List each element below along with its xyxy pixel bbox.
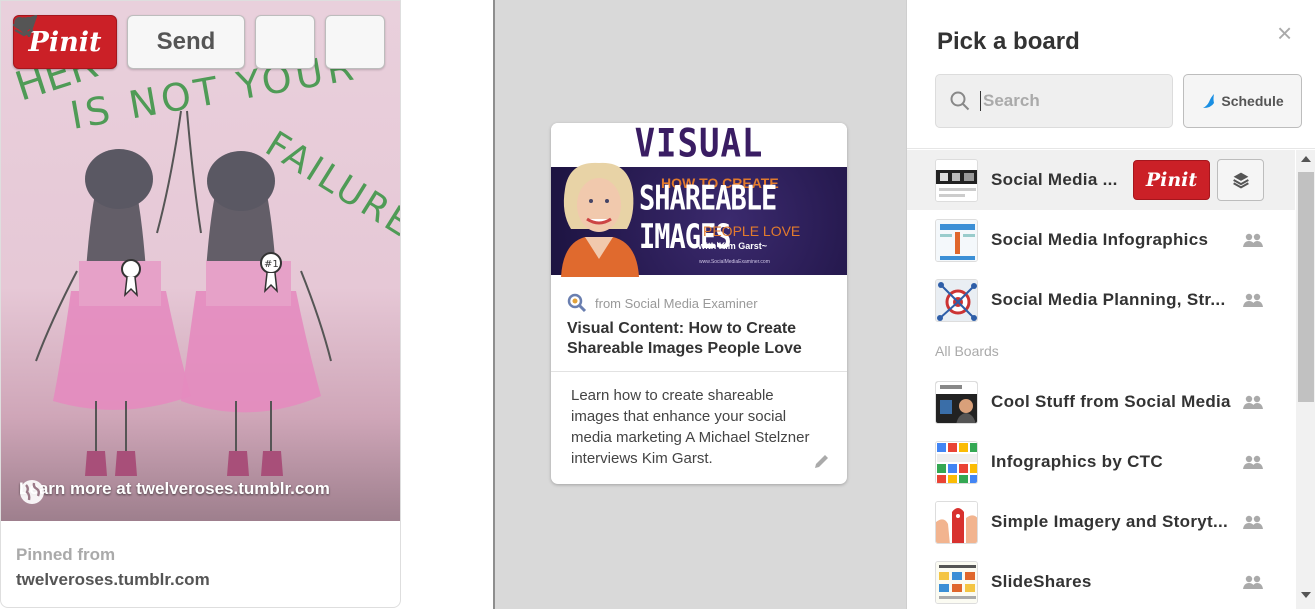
collaborators-icon — [1243, 455, 1263, 469]
board-row[interactable]: Infographics by CTC — [907, 432, 1295, 492]
board-thumbnail — [935, 158, 978, 202]
preview-image-people-love: PEOPLE LOVE — [703, 223, 801, 239]
add-to-section-button[interactable] — [14, 15, 315, 69]
girl-left-figure — [35, 110, 191, 476]
pin-card[interactable]: HER IS NOT YOUR FAILURE #1 Pinit Send Le… — [0, 0, 401, 608]
pin-toolbar: Pinit Send — [13, 15, 385, 69]
board-row[interactable]: Social Media Infographics — [907, 210, 1295, 270]
learn-more-link[interactable]: Learn more at twelveroses.tumblr.com — [19, 479, 330, 504]
preview-divider — [551, 371, 847, 372]
pinned-from-label: Pinned from — [16, 545, 116, 564]
svg-text:#1: #1 — [264, 259, 279, 270]
board-search-input[interactable] — [980, 91, 1150, 111]
send-button[interactable]: Send — [13, 15, 245, 69]
image-text-failure: FAILURE — [258, 124, 401, 247]
learn-more-text: Learn more at twelveroses.tumblr.com — [19, 479, 330, 498]
tailwind-icon — [1203, 94, 1215, 108]
board-thumbnail — [935, 500, 978, 544]
like-button[interactable] — [14, 15, 385, 69]
board-thumbnail — [935, 218, 978, 262]
board-row[interactable]: Cool Stuff from Social Media — [907, 372, 1295, 432]
preview-source[interactable]: from Social Media Examiner — [567, 293, 758, 313]
board-name: SlideShares — [991, 572, 1092, 591]
board-name: Cool Stuff from Social Media — [991, 392, 1231, 411]
board-list-scrollbar[interactable] — [1296, 150, 1315, 609]
globe-icon — [20, 480, 44, 504]
send-label: Send — [156, 28, 216, 55]
board-section-button[interactable] — [1217, 159, 1264, 201]
collaborators-icon — [1243, 515, 1263, 529]
board-name: Simple Imagery and Storyt... — [991, 512, 1229, 531]
board-name: Infographics by CTC — [991, 452, 1163, 471]
magnifier-logo-icon — [567, 293, 587, 313]
search-icon — [950, 91, 970, 111]
presenter-portrait — [561, 162, 639, 277]
board-list: Social Media ... Pinit Social Media Info… — [907, 150, 1295, 609]
board-name: Social Media ... — [991, 170, 1118, 189]
board-row[interactable]: Social Media Planning, Str... — [907, 270, 1295, 330]
board-pinit-button[interactable]: Pinit — [1133, 160, 1210, 200]
pin-preview-card: VISUAL CONTENT: HOW TO CREATE SHAREABLE … — [551, 123, 847, 484]
board-picker-panel: Pick a board × Schedule — [906, 0, 1315, 609]
scroll-down-arrow-icon[interactable] — [1301, 592, 1311, 598]
scrollbar-thumb[interactable] — [1298, 172, 1314, 402]
board-row[interactable]: Simple Imagery and Storyt... — [907, 492, 1295, 552]
board-name: Social Media Planning, Str... — [991, 290, 1226, 309]
board-search-box[interactable] — [935, 74, 1173, 128]
preview-description[interactable]: Learn how to create shareable images tha… — [571, 385, 821, 469]
all-boards-label: All Boards — [935, 343, 999, 359]
collaborators-icon — [1243, 293, 1263, 307]
schedule-button[interactable]: Schedule — [1183, 74, 1302, 128]
preview-image: VISUAL CONTENT: HOW TO CREATE SHAREABLE … — [551, 123, 847, 277]
heart-icon — [14, 16, 34, 34]
pin-image[interactable]: HER IS NOT YOUR FAILURE #1 Pinit Send Le… — [1, 1, 401, 521]
pinterest-screen: HER IS NOT YOUR FAILURE #1 Pinit Send Le… — [0, 0, 1315, 609]
board-row[interactable]: Social Media ... Pinit — [907, 150, 1295, 210]
pinned-from: Pinned from twelveroses.tumblr.com — [16, 542, 210, 592]
schedule-label: Schedule — [1221, 93, 1284, 109]
layers-icon — [1232, 172, 1249, 189]
preview-title: Visual Content: How to Create Shareable … — [567, 320, 802, 357]
collaborators-icon — [1243, 575, 1263, 589]
preview-source-text: from Social Media Examiner — [595, 295, 758, 311]
panel-separator — [907, 148, 1315, 149]
board-thumbnail — [935, 278, 978, 322]
scroll-up-arrow-icon[interactable] — [1301, 156, 1311, 162]
collaborators-icon — [1243, 395, 1263, 409]
pencil-icon[interactable] — [813, 452, 831, 470]
collaborators-icon — [1243, 233, 1263, 247]
close-icon[interactable]: × — [1277, 20, 1292, 46]
pin-illustration: HER IS NOT YOUR FAILURE #1 — [10, 41, 401, 476]
board-thumbnail — [935, 440, 978, 484]
preview-image-with: ~with Kim Garst~ — [693, 241, 768, 251]
pinned-from-domain[interactable]: twelveroses.tumblr.com — [16, 567, 210, 592]
board-thumbnail — [935, 380, 978, 424]
panel-title: Pick a board — [937, 28, 1080, 55]
board-row[interactable]: SlideShares — [907, 552, 1295, 609]
board-thumbnail — [935, 560, 978, 604]
board-name: Social Media Infographics — [991, 230, 1209, 249]
preview-image-url: www.SocialMediaExaminer.com — [699, 259, 770, 265]
